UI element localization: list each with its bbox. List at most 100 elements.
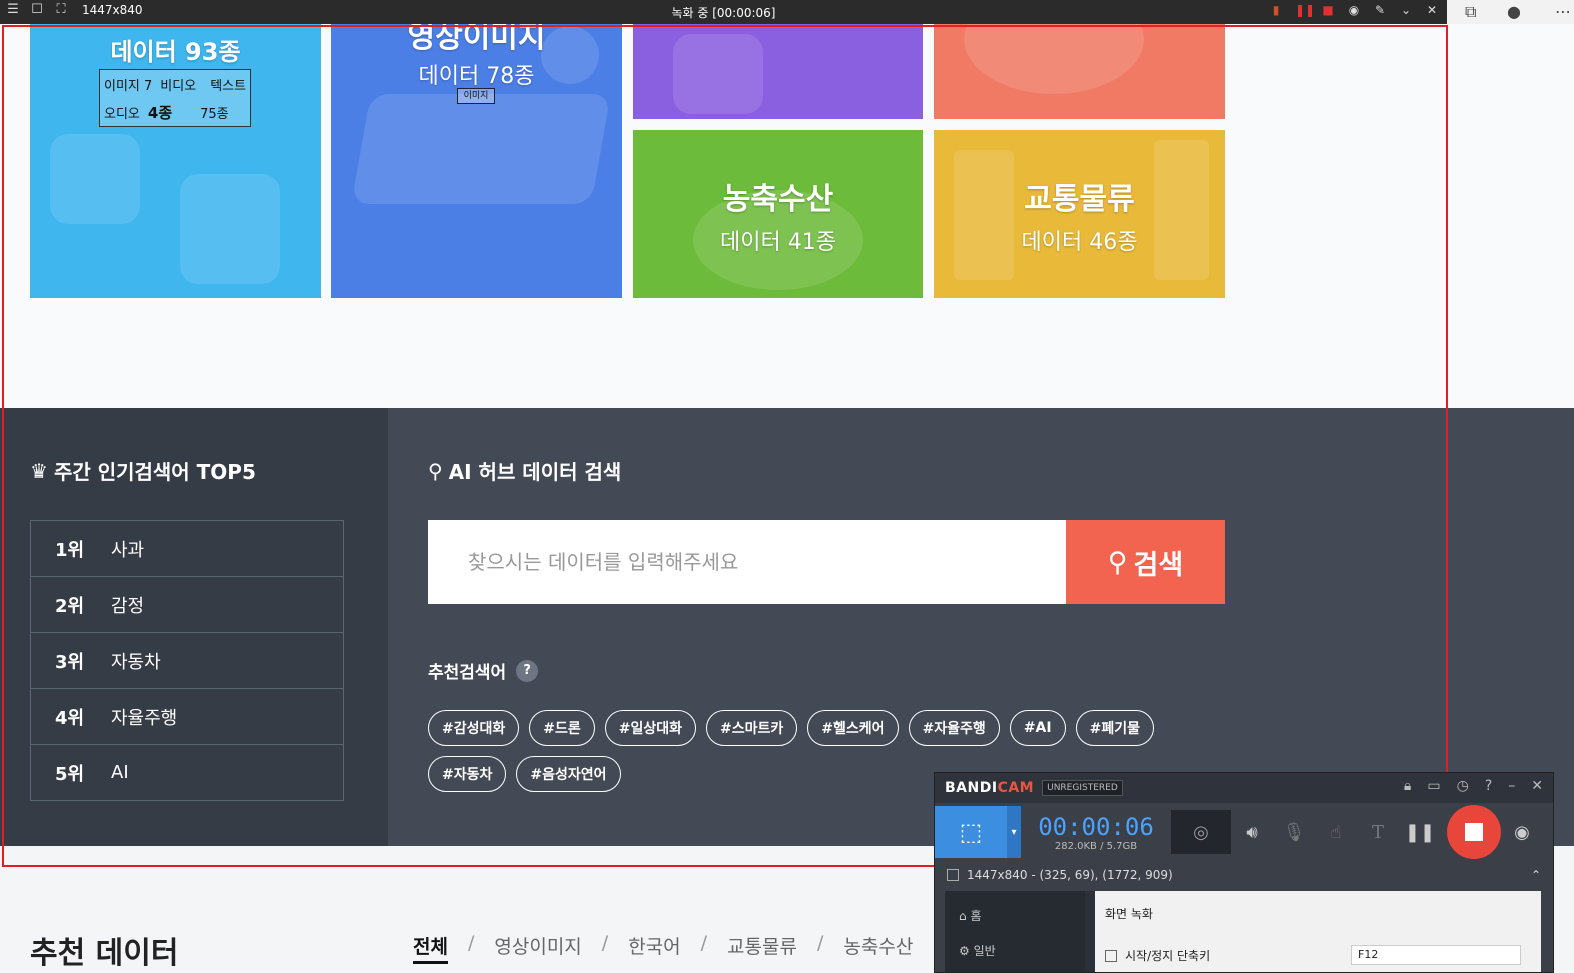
speaker-button[interactable]: 🔊︎ (1231, 822, 1273, 843)
tag-chip[interactable]: #자동차 (428, 756, 507, 792)
bandicam-header: BANDICAM UNREGISTERED 🔒︎ ▭ ◷ ? – ✕ (935, 773, 1553, 803)
tag-chip[interactable]: #폐기물 (1075, 710, 1154, 746)
popular-item[interactable]: 4위 자율주행 (31, 689, 343, 745)
close-icon[interactable]: ✕ (1531, 778, 1543, 794)
tab-traffic[interactable]: 교통물류 (727, 932, 797, 964)
search-button[interactable]: ⚲ 검색 (1066, 520, 1225, 604)
popular-item[interactable]: 2위 감정 (31, 577, 343, 633)
pen-icon[interactable]: ✎ (1373, 3, 1387, 17)
tab-korean[interactable]: 한국어 (628, 932, 680, 964)
recorder-dimensions: 1447x840 (82, 3, 143, 17)
tile-title: 데이터 93종 (110, 38, 241, 66)
tile-food[interactable] (934, 24, 1225, 119)
chevron-down-icon[interactable]: ⌄ (1399, 3, 1413, 17)
search-input[interactable] (428, 520, 1066, 604)
extensions-icon[interactable]: ⧉ (1465, 2, 1476, 22)
tab-separator: / (601, 932, 609, 954)
minimize-icon[interactable]: – (1508, 778, 1515, 794)
clock-icon[interactable]: ◷ (1457, 778, 1469, 794)
popular-title: ♛ 주간 인기검색어 TOP5 (30, 456, 256, 485)
rank-number: 2위 (55, 595, 85, 617)
cursor-effect-button[interactable]: ☝︎ (1315, 822, 1357, 843)
chevron-up-icon[interactable]: ⌃ (1531, 868, 1541, 882)
mic-button[interactable]: 🎙︎ (1273, 822, 1315, 843)
file-size: 282.0KB / 5.7GB (1054, 840, 1138, 852)
screen-mode-button[interactable]: ⬚ (935, 806, 1007, 858)
tile-traffic[interactable]: 교통물류 데이터 46종 (934, 130, 1225, 298)
close-icon[interactable]: ✕ (1425, 3, 1439, 17)
tag-chip[interactable]: #일상대화 (604, 710, 697, 746)
popular-item[interactable]: 1위 사과 (31, 521, 343, 577)
text-icon: T (1371, 821, 1384, 843)
timer: 00:00:06 282.0KB / 5.7GB (1021, 813, 1171, 852)
tag-chip[interactable]: #자율주행 (908, 710, 1000, 746)
tag-chip[interactable]: #스마트카 (706, 710, 798, 746)
bandicam-main-settings: 화면 녹화 시작/정지 단축키 F12 (1095, 891, 1541, 972)
folder-icon[interactable]: ▭ (1427, 778, 1440, 794)
camera-icon[interactable]: ◉ (1347, 3, 1361, 17)
menu-icon[interactable]: ☰ (6, 3, 20, 17)
cell: 75종 (200, 106, 229, 122)
mic-icon: 🎙︎ (1282, 821, 1306, 843)
tile-subtable: 이미지 7 비디오 텍스트 오디오 4종 75종 (99, 69, 251, 127)
rank-number: 3위 (55, 651, 85, 673)
lock-icon[interactable]: 🔒︎ (1404, 778, 1411, 794)
stop-icon[interactable]: ■ (1321, 3, 1335, 17)
tile-health[interactable] (633, 24, 923, 119)
screenshot-button[interactable]: ◉ (1501, 822, 1543, 843)
cell: 이미지 7 (104, 78, 153, 94)
webcam-button[interactable]: ◎ (1171, 810, 1231, 854)
cell: 텍스트 (210, 78, 247, 94)
camera-icon: ◉ (1514, 821, 1530, 843)
rank-label: AI (111, 762, 129, 783)
sidebar-item-home[interactable]: ⌂ 홈 (945, 891, 1085, 924)
window-icon[interactable]: ☐ (30, 3, 44, 17)
tag-chip[interactable]: #헬스케어 (807, 710, 899, 746)
recommended-title: 추천 데이터 (30, 936, 179, 971)
cell: 비디오 (160, 78, 197, 94)
sidebar-item-general[interactable]: ⚙ 일반 (945, 924, 1085, 959)
tab-image[interactable]: 영상이미지 (494, 932, 581, 964)
recorder-top-bar: ☰ ☐ ⛶ 1447x840 녹화 중 [00:00:06] ▮ ❚❚ ■ ◉ … (0, 0, 1447, 24)
tile-korean[interactable]: 데이터 93종 이미지 7 비디오 텍스트 오디오 4종 75종 (30, 24, 321, 298)
recommend-title-text: 추천검색어 (428, 663, 507, 683)
help-icon[interactable]: ? (516, 659, 539, 682)
tab-separator: / (467, 932, 475, 954)
recording-status: 녹화 중 [00:00:06] (671, 6, 776, 20)
tile-decoration (673, 34, 763, 114)
rank-label: 자동차 (111, 651, 161, 673)
stop-button[interactable] (1447, 805, 1501, 859)
region-info: 1447x840 - (325, 69), (1772, 909) ⌃ (935, 861, 1553, 889)
webcam-icon: ◎ (1193, 821, 1209, 843)
tab-separator: / (816, 932, 824, 954)
tab-separator: / (700, 932, 708, 954)
color-bars-icon: ▮ (1272, 3, 1280, 17)
search-title: ⚲ AI 허브 데이터 검색 (428, 456, 621, 485)
tab-all[interactable]: 전체 (413, 932, 448, 964)
help-icon[interactable]: ? (1485, 778, 1492, 794)
tag-chip[interactable]: #감성대화 (428, 710, 520, 746)
avatar[interactable]: ● (1507, 2, 1521, 21)
tag-chip[interactable]: #AI (1009, 710, 1066, 746)
popular-item[interactable]: 3위 자동차 (31, 633, 343, 689)
tab-agriculture[interactable]: 농축수산 (843, 932, 913, 964)
popular-item[interactable]: 5위 AI (31, 745, 343, 800)
region-icon[interactable]: ⛶ (54, 3, 68, 17)
tile-agriculture[interactable]: 농축수산 데이터 41종 (633, 130, 923, 298)
hotkey-field[interactable]: F12 (1351, 945, 1521, 965)
tag-chip[interactable]: #드론 (529, 710, 595, 746)
pause-icon[interactable]: ❚❚ (1295, 3, 1315, 17)
tag-chip[interactable]: #음성자연어 (516, 756, 621, 792)
stop-icon (1465, 823, 1483, 841)
tile-subtitle: 데이터 78종 (418, 64, 535, 89)
text-button[interactable]: T (1357, 822, 1399, 843)
bandicam-window: BANDICAM UNREGISTERED 🔒︎ ▭ ◷ ? – ✕ ⬚ ▾ 0… (934, 772, 1554, 973)
more-icon[interactable]: ⋯ (1555, 2, 1571, 21)
hotkey-checkbox[interactable] (1105, 949, 1117, 962)
pause-button[interactable]: ❚❚ (1399, 822, 1441, 843)
mode-dropdown-button[interactable]: ▾ (1007, 806, 1021, 858)
timer-value: 00:00:06 (1038, 812, 1154, 841)
speaker-icon: 🔊︎ (1246, 821, 1258, 843)
sidebar-label: 홈 (970, 909, 982, 923)
tile-image[interactable]: 영상이미지 데이터 78종 이미지 (331, 24, 622, 298)
